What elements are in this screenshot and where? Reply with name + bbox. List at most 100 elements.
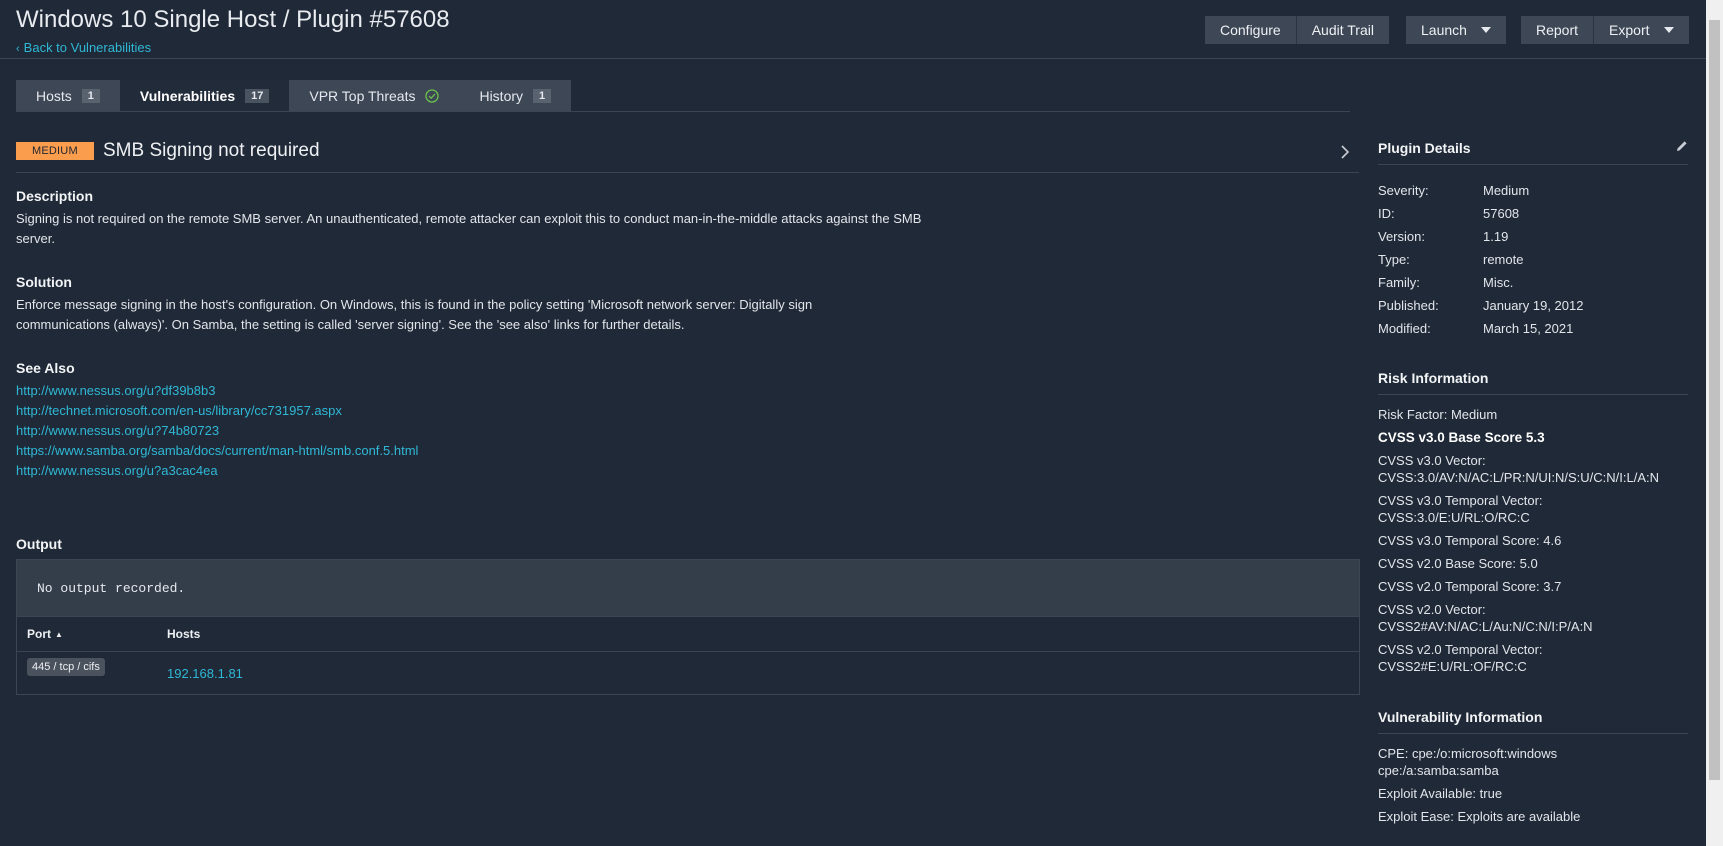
export-label: Export [1609, 22, 1650, 38]
detail-row: Family: Misc. [1378, 271, 1688, 294]
audit-trail-button[interactable]: Audit Trail [1296, 16, 1389, 44]
vulnerability-header: MEDIUM SMB Signing not required [16, 140, 1359, 173]
tab-label: VPR Top Threats [309, 88, 416, 104]
tab-hosts[interactable]: Hosts 1 [16, 80, 120, 112]
severity-badge: MEDIUM [16, 142, 94, 160]
configure-button[interactable]: Configure [1205, 16, 1297, 44]
description-text: Signing is not required on the remote SM… [16, 211, 922, 246]
see-also-section: See Also http://www.nessus.org/u?df39b8b… [16, 360, 418, 481]
risk-line: CVSS v2.0 Temporal Score: 3.7 [1378, 579, 1562, 594]
tab-vulnerabilities[interactable]: Vulnerabilities 17 [119, 80, 290, 112]
detail-value: 1.19 [1483, 229, 1509, 244]
risk-line: CVSS v3.0 Temporal Vector: CVSS:3.0/E:U/… [1378, 493, 1543, 525]
output-text: No output recorded. [17, 560, 1359, 617]
see-also-link[interactable]: http://technet.microsoft.com/en-us/libra… [16, 401, 418, 421]
chevron-right-icon[interactable] [1339, 144, 1351, 160]
sort-asc-icon: ▲ [55, 630, 63, 640]
detail-key: Version: [1378, 229, 1425, 244]
see-also-link[interactable]: https://www.samba.org/samba/docs/current… [16, 441, 418, 461]
tab-history[interactable]: History 1 [459, 80, 572, 112]
risk-line: CVSS v2.0 Vector: CVSS2#AV:N/AC:L/Au:N/C… [1378, 602, 1593, 634]
vulnerability-detail: MEDIUM SMB Signing not required Descript… [16, 140, 1360, 695]
caret-down-icon [1480, 27, 1491, 33]
vuln-info-line: Exploit Ease: Exploits are available [1378, 809, 1581, 824]
port-cell: 445 / tcp / cifs [17, 652, 157, 695]
port-header-label: Port [27, 627, 51, 641]
description-title: Description [16, 188, 94, 204]
chevron-left-icon: ‹ [16, 43, 20, 55]
see-also-link[interactable]: http://www.nessus.org/u?a3cac4ea [16, 461, 418, 481]
detail-key: Type: [1378, 252, 1410, 267]
back-to-vulnerabilities-link[interactable]: ‹ Back to Vulnerabilities [16, 40, 151, 55]
back-link-label: Back to Vulnerabilities [23, 40, 152, 55]
vuln-info-line: CPE: cpe:/o:microsoft:windows cpe:/a:sam… [1378, 746, 1558, 778]
sidebar: Plugin Details Severity: Medium ID: 57608 … [1378, 140, 1688, 831]
solution-section: Solution Enforce message signing in the … [16, 274, 896, 335]
tabs-divider [16, 111, 1350, 112]
pencil-icon[interactable] [1676, 140, 1688, 152]
detail-key: ID: [1378, 206, 1395, 221]
tab-vpr-top-threats[interactable]: VPR Top Threats [289, 80, 460, 112]
page-title: Windows 10 Single Host / Plugin #57608 [16, 6, 450, 33]
vulnerability-information-list: CPE: cpe:/o:microsoft:windows cpe:/a:sam… [1378, 745, 1688, 825]
description-section: Description Signing is not required on t… [16, 188, 936, 249]
detail-value: March 15, 2021 [1483, 321, 1574, 336]
hosts-header-label: Hosts [167, 627, 201, 641]
tab-count-badge: 1 [533, 89, 552, 103]
export-button[interactable]: Export [1594, 16, 1689, 44]
launch-label: Launch [1421, 22, 1467, 38]
detail-row: Published: January 19, 2012 [1378, 294, 1688, 317]
report-button[interactable]: Report [1521, 16, 1595, 44]
tab-label: Vulnerabilities [139, 88, 236, 104]
risk-line: Risk Factor: Medium [1378, 407, 1498, 422]
host-link[interactable]: 192.168.1.81 [167, 666, 243, 681]
risk-line: CVSS v2.0 Base Score: 5.0 [1378, 556, 1538, 571]
solution-text: Enforce message signing in the host's co… [16, 297, 813, 332]
detail-value: January 19, 2012 [1483, 298, 1584, 313]
tab-label: Hosts [36, 88, 72, 104]
plugin-details-title: Plugin Details [1378, 140, 1688, 165]
vulnerability-title: SMB Signing not required [103, 140, 320, 161]
tab-label: History [479, 88, 524, 104]
plugin-details-list: Severity: Medium ID: 57608 Version: 1.19 Ty… [1378, 179, 1688, 340]
risk-line: CVSS v3.0 Vector: CVSS:3.0/AV:N/AC:L/PR:… [1378, 453, 1660, 485]
detail-row: ID: 57608 [1378, 202, 1688, 225]
caret-down-icon [1663, 27, 1674, 33]
see-also-links: http://www.nessus.org/u?df39b8b3 http://… [16, 381, 418, 481]
table-row: 445 / tcp / cifs 192.168.1.81 [17, 652, 1359, 695]
vertical-scrollbar[interactable] [1706, 0, 1723, 846]
check-circle-icon [425, 89, 440, 103]
risk-line: CVSS v2.0 Temporal Vector: CVSS2#E:U/RL:… [1378, 642, 1543, 674]
launch-group: Launch [1406, 16, 1506, 44]
tab-bar: Hosts 1 Vulnerabilities 17 VPR Top Threa… [16, 80, 572, 112]
scrollbar-thumb[interactable] [1709, 20, 1720, 780]
detail-row: Modified: March 15, 2021 [1378, 317, 1688, 340]
detail-key: Modified: [1378, 321, 1431, 336]
host-cell: 192.168.1.81 [157, 652, 1359, 695]
port-chip: 445 / tcp / cifs [27, 658, 105, 676]
see-also-link[interactable]: http://www.nessus.org/u?df39b8b3 [16, 381, 418, 401]
vuln-info-line: Exploit Available: true [1378, 786, 1503, 801]
launch-button[interactable]: Launch [1406, 16, 1506, 44]
detail-value: Misc. [1483, 275, 1514, 290]
detail-value: Medium [1483, 183, 1530, 198]
hosts-column-header: Hosts [157, 617, 1359, 652]
port-column-header[interactable]: Port ▲ [17, 617, 157, 652]
risk-information-title: Risk Information [1378, 370, 1688, 395]
see-also-link[interactable]: http://www.nessus.org/u?74b80723 [16, 421, 418, 441]
header-divider [0, 58, 1706, 59]
output-box: No output recorded. Port ▲ Hosts 445 / tc… [16, 559, 1360, 695]
risk-information-list: Risk Factor: Medium CVSS v3.0 Base Score… [1378, 406, 1688, 675]
detail-value: 57608 [1483, 206, 1520, 221]
risk-line: CVSS v3.0 Temporal Score: 4.6 [1378, 533, 1562, 548]
risk-line: CVSS v3.0 Base Score 5.3 [1378, 430, 1545, 445]
plugin-details-title-label: Plugin Details [1378, 140, 1471, 156]
see-also-title: See Also [16, 360, 75, 376]
configure-audit-group: Configure Audit Trail [1205, 16, 1389, 44]
output-section-title-wrap: Output [16, 536, 62, 557]
detail-row: Severity: Medium [1378, 179, 1688, 202]
vulnerability-information-title: Vulnerability Information [1378, 709, 1688, 734]
detail-value: remote [1483, 252, 1524, 267]
report-export-group: Report Export [1521, 16, 1689, 44]
output-table: Port ▲ Hosts 445 / tcp / cifs 192.168.1.8… [17, 617, 1359, 694]
